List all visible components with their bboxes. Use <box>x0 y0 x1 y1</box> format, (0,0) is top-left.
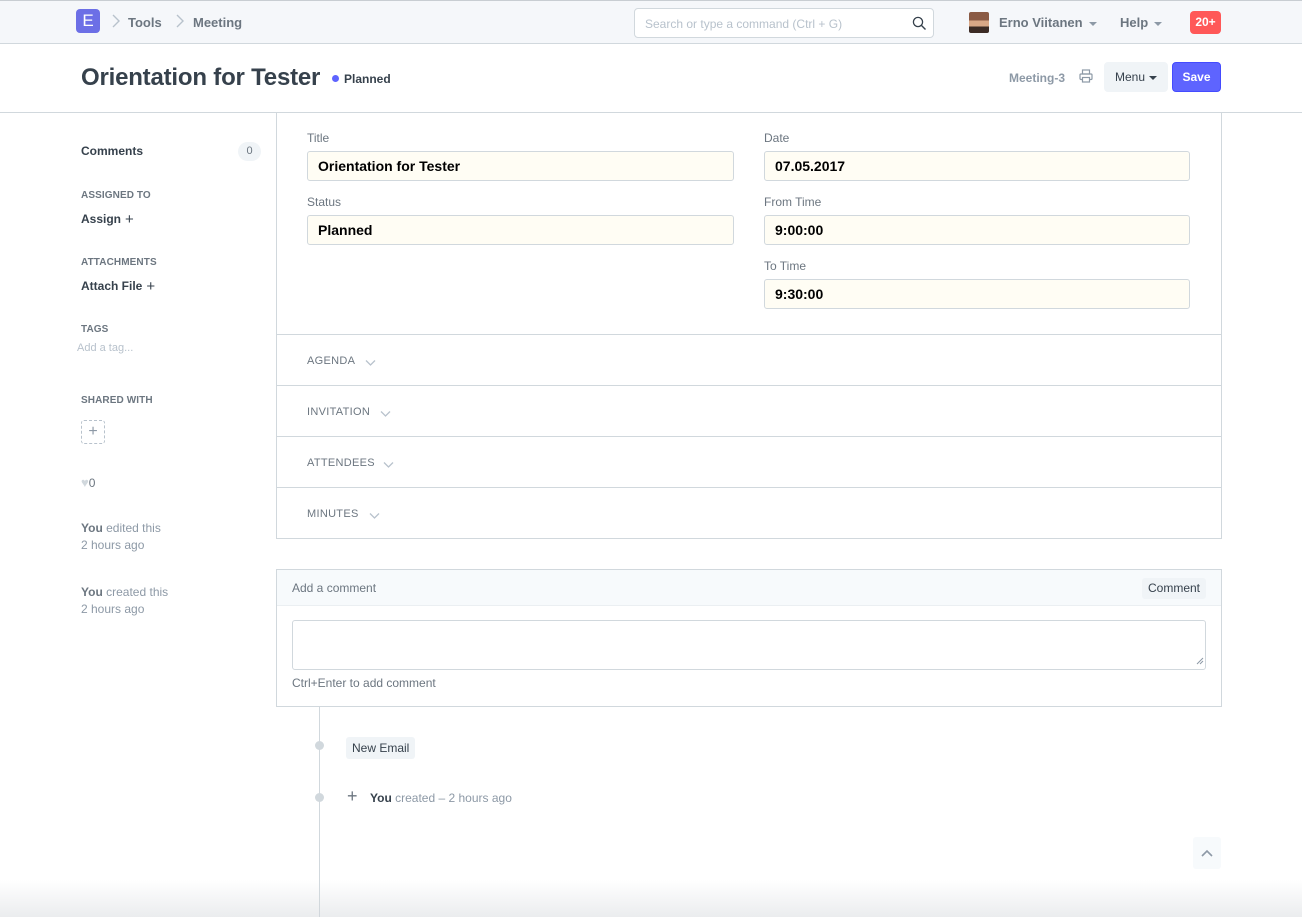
timeline-dot <box>315 793 324 802</box>
bottom-fade <box>0 880 1302 917</box>
like-count: 0 <box>88 476 96 490</box>
plus-icon: + <box>146 278 156 295</box>
section-title: ATTENDEES <box>307 457 375 469</box>
activity-user: You <box>81 521 103 535</box>
title-field[interactable]: Orientation for Tester <box>307 151 734 181</box>
plus-icon: + <box>347 786 358 806</box>
chevron-right-icon <box>111 14 121 28</box>
caret-down-icon <box>1088 21 1097 26</box>
search-placeholder: Search or type a command (Ctrl + G) <box>645 17 843 31</box>
from-time-label: From Time <box>764 195 822 209</box>
menu-label: Menu <box>1114 70 1146 84</box>
status-field[interactable]: Planned <box>307 215 734 245</box>
page-title: Orientation for Tester <box>81 64 321 91</box>
comment-box: Add a comment Comment Ctrl+Enter to add … <box>276 569 1222 707</box>
save-button[interactable]: Save <box>1172 62 1221 92</box>
shared-with-label: SHARED WITH <box>81 395 153 406</box>
activity-item: You edited this 2 hours ago <box>81 520 161 554</box>
timeline-created-item: You created – 2 hours ago <box>370 791 512 805</box>
to-time-field[interactable]: 9:30:00 <box>764 279 1190 309</box>
user-name: Erno Viitanen <box>999 15 1083 30</box>
chevron-down-icon <box>365 355 376 370</box>
from-time-field[interactable]: 9:00:00 <box>764 215 1190 245</box>
status-dot <box>332 75 339 82</box>
comment-help-text: Ctrl+Enter to add comment <box>292 676 436 690</box>
activity-time: 2 hours ago <box>81 602 145 616</box>
section-agenda[interactable]: AGENDA <box>277 334 1221 385</box>
status-label: Planned <box>344 72 391 86</box>
comment-textarea[interactable] <box>292 620 1206 670</box>
search-icon[interactable] <box>912 16 927 34</box>
status-indicator: Planned <box>332 72 391 86</box>
section-invitation[interactable]: INVITATION <box>277 385 1221 436</box>
section-title: MINUTES <box>307 508 359 520</box>
add-tag-input[interactable]: Add a tag... <box>77 342 133 354</box>
resize-handle-icon[interactable] <box>1195 653 1204 668</box>
add-share-button[interactable]: + <box>81 420 105 444</box>
document-name: Meeting-3 <box>1009 71 1066 85</box>
breadcrumb-tools[interactable]: Tools <box>128 15 162 30</box>
attach-file-link[interactable]: Attach File + <box>81 278 155 295</box>
title-label: Title <box>307 131 330 145</box>
caret-down-icon <box>1154 21 1163 26</box>
add-comment-label: Add a comment <box>292 581 377 595</box>
date-field[interactable]: 07.05.2017 <box>764 151 1190 181</box>
chevron-down-icon <box>380 406 391 421</box>
chevron-up-icon <box>1201 849 1213 857</box>
attach-file-label: Attach File <box>81 279 143 293</box>
timeline-action: created – 2 hours ago <box>395 791 512 805</box>
chevron-down-icon <box>383 457 394 472</box>
section-attendees[interactable]: ATTENDEES <box>277 436 1221 487</box>
to-time-label: To Time <box>764 259 807 273</box>
timeline-dot <box>315 741 324 750</box>
notifications-badge[interactable]: 20+ <box>1190 11 1221 34</box>
chevron-right-icon <box>175 14 185 28</box>
search-input[interactable]: Search or type a command (Ctrl + G) <box>634 8 934 38</box>
help-label: Help <box>1120 15 1149 30</box>
like-button[interactable]: ♥0 <box>81 475 95 490</box>
chevron-down-icon <box>369 508 380 523</box>
navbar: E Tools Meeting Search or type a command… <box>0 0 1302 44</box>
new-email-button[interactable]: New Email <box>346 737 416 759</box>
heart-icon: ♥ <box>81 475 89 490</box>
comment-button[interactable]: Comment <box>1141 578 1206 599</box>
section-title: INVITATION <box>307 406 371 418</box>
comment-header: Add a comment Comment <box>277 570 1221 606</box>
help-menu[interactable]: Help <box>1120 15 1163 30</box>
assign-label: Assign <box>81 212 122 226</box>
assigned-to-label: ASSIGNED TO <box>81 190 151 201</box>
activity-action: created this <box>106 585 169 599</box>
activity-item: You created this 2 hours ago <box>81 584 168 618</box>
section-minutes[interactable]: MINUTES <box>277 487 1221 538</box>
menu-button[interactable]: Menu <box>1104 62 1168 92</box>
activity-time: 2 hours ago <box>81 538 145 552</box>
tags-label: TAGS <box>81 324 109 335</box>
activity-user: You <box>81 585 103 599</box>
comments-count-badge: 0 <box>238 142 261 161</box>
scroll-to-top-button[interactable] <box>1193 837 1221 869</box>
app-logo[interactable]: E <box>76 9 100 33</box>
date-label: Date <box>764 131 790 145</box>
activity-action: edited this <box>106 521 161 535</box>
caret-down-icon <box>1149 75 1158 80</box>
plus-icon: + <box>125 211 134 228</box>
assign-link[interactable]: Assign + <box>81 211 134 228</box>
user-menu[interactable]: Erno Viitanen <box>999 15 1097 30</box>
status-label: Status <box>307 195 342 209</box>
section-title: AGENDA <box>307 355 356 367</box>
timeline-user: You <box>370 791 392 805</box>
avatar[interactable] <box>969 12 989 33</box>
page-head: Orientation for Tester Planned Meeting-3… <box>0 44 1302 113</box>
attachments-label: ATTACHMENTS <box>81 257 157 268</box>
print-icon[interactable] <box>1079 69 1093 86</box>
sidebar-comments-link[interactable]: Comments <box>81 144 143 158</box>
breadcrumb-meeting[interactable]: Meeting <box>193 15 242 30</box>
form-card: Title Orientation for Tester Status Plan… <box>276 113 1222 539</box>
